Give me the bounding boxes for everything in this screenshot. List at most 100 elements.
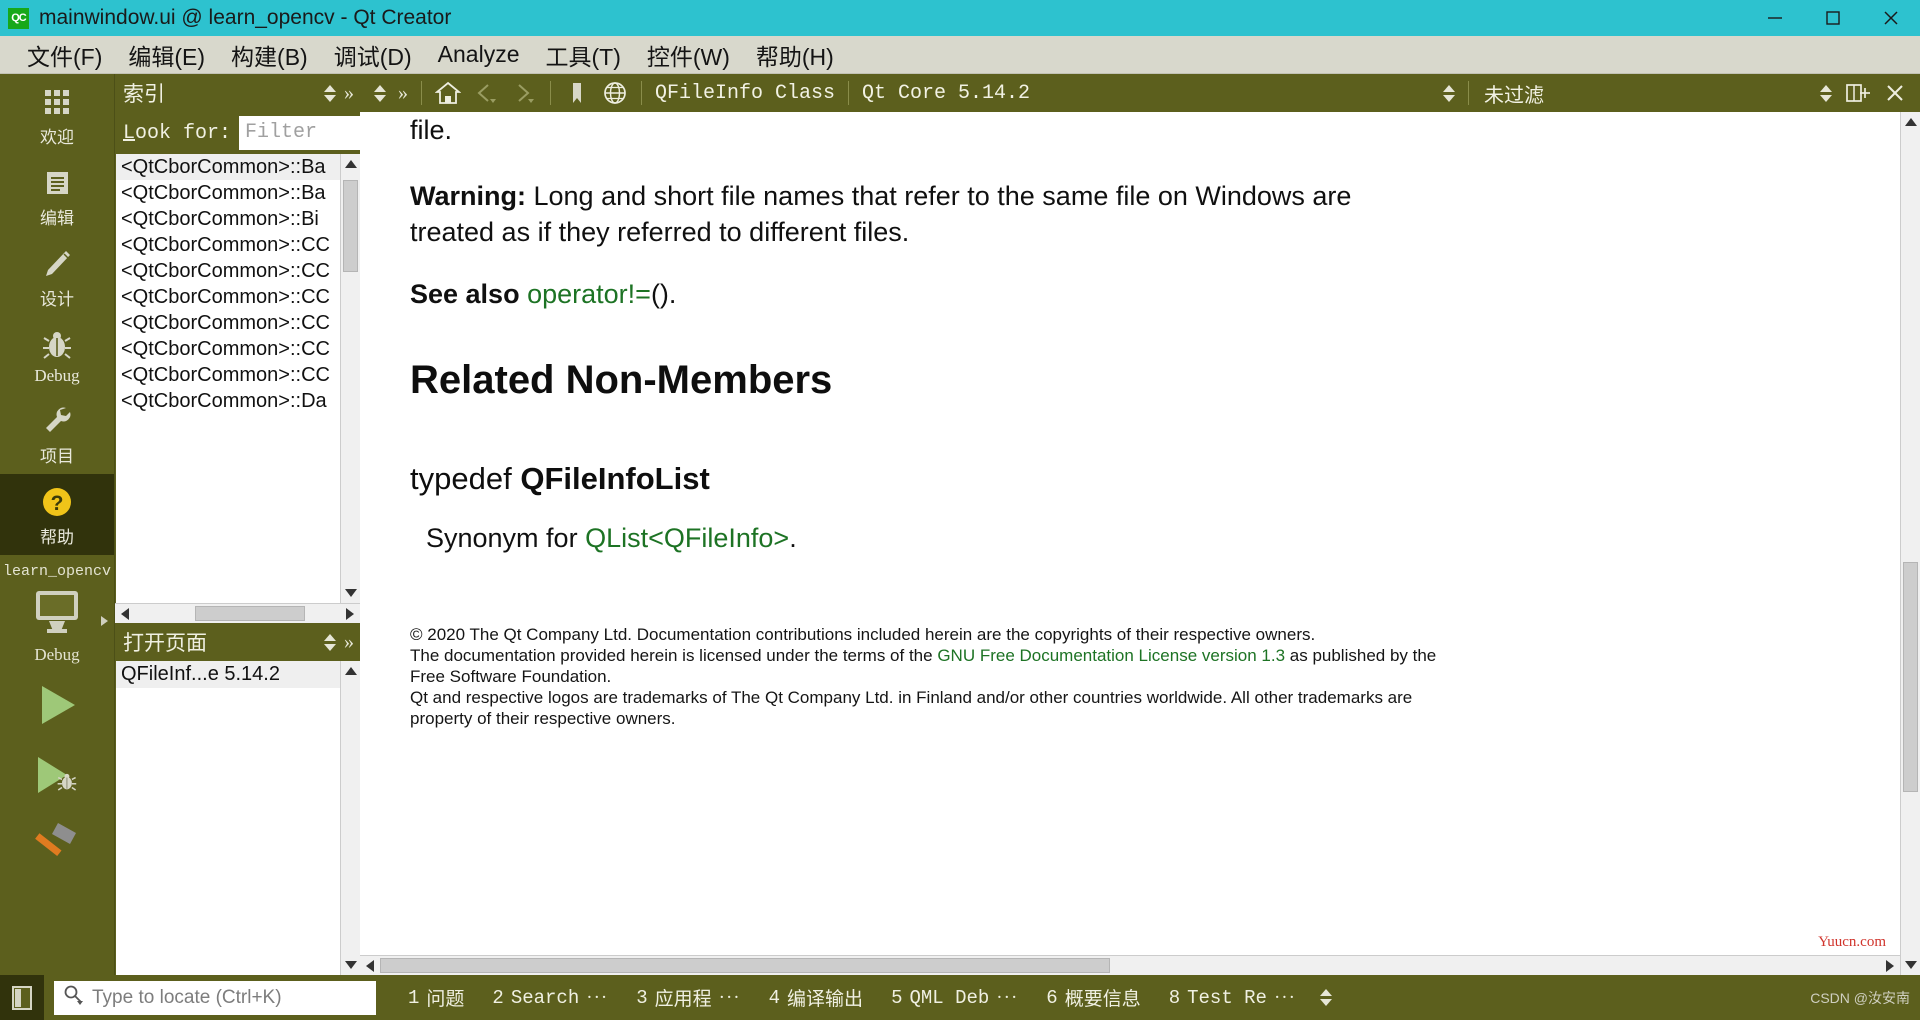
debug-button[interactable] — [22, 749, 92, 805]
help-docset-selector[interactable]: Qt Core 5.14.2 — [856, 82, 1036, 105]
list-item[interactable]: <QtCborCommon>::CC — [116, 362, 340, 388]
scroll-down-button[interactable] — [341, 955, 360, 975]
menu-tools[interactable]: 工具(T) — [532, 38, 633, 72]
scroll-left-button[interactable] — [360, 959, 380, 972]
close-button[interactable] — [1862, 0, 1920, 36]
menu-build[interactable]: 构建(B) — [218, 38, 321, 72]
output-pane-general-messages[interactable]: 6 概要信息 — [1032, 984, 1154, 1011]
list-item[interactable]: <QtCborCommon>::Ba — [116, 180, 340, 206]
menu-debug[interactable]: 调试(D) — [321, 38, 425, 72]
open-pages-selector-spinner[interactable] — [324, 633, 336, 651]
minimize-button[interactable] — [1746, 0, 1804, 36]
help-docset-spinner[interactable] — [1437, 84, 1461, 102]
menu-window[interactable]: 控件(W) — [634, 38, 743, 72]
scroll-track-h[interactable] — [135, 604, 340, 623]
scroll-right-button[interactable] — [340, 607, 360, 620]
run-button[interactable] — [22, 679, 92, 735]
menu-file[interactable]: 文件(F) — [14, 38, 115, 72]
output-pane-qml-label: QML Deb — [909, 986, 990, 1009]
list-item[interactable]: <QtCborCommon>::Da — [116, 388, 340, 414]
output-pane-search[interactable]: 2 Search ··· — [478, 987, 622, 1009]
gnu-fdl-link[interactable]: GNU Free Documentation License version 1… — [937, 646, 1285, 665]
scroll-up-button[interactable] — [341, 154, 360, 174]
scroll-down-button[interactable] — [341, 583, 360, 603]
list-item[interactable]: <QtCborCommon>::CC — [116, 284, 340, 310]
list-item[interactable]: <QtCborCommon>::CC — [116, 310, 340, 336]
menu-analyze[interactable]: Analyze — [425, 41, 533, 68]
sidebar-item-welcome[interactable]: 欢迎 — [0, 74, 114, 155]
scroll-track-h[interactable] — [380, 956, 1880, 975]
chevron-double-right-icon[interactable]: » — [344, 631, 354, 654]
open-pages-list[interactable]: QFileInf...e 5.14.2 — [116, 661, 340, 975]
sidebar-item-help[interactable]: ? 帮助 — [0, 474, 114, 555]
toggle-sidebar-button[interactable] — [0, 975, 44, 1020]
help-filter-label[interactable]: 未过滤 — [1476, 79, 1544, 108]
sidebar-item-projects-label: 项目 — [40, 447, 74, 466]
open-pages-vertical-scrollbar[interactable] — [340, 661, 360, 975]
documentation-canvas[interactable]: file. Warning: Long and short file names… — [360, 112, 1900, 955]
list-item[interactable]: <QtCborCommon>::CC — [116, 232, 340, 258]
index-vertical-scrollbar[interactable] — [340, 154, 360, 603]
index-list[interactable]: <QtCborCommon>::Ba <QtCborCommon>::Ba <Q… — [116, 154, 340, 603]
output-pane-application[interactable]: 3 应用程 ··· — [622, 984, 754, 1011]
scroll-thumb[interactable] — [1903, 562, 1918, 792]
sidebar-item-design[interactable]: 设计 — [0, 236, 114, 317]
triangle-down-icon — [344, 961, 357, 969]
output-pane-issues[interactable]: 1 问题 — [394, 984, 478, 1011]
home-icon[interactable] — [429, 74, 467, 112]
sidebar-item-edit[interactable]: 编辑 — [0, 155, 114, 236]
scroll-thumb-h[interactable] — [380, 958, 1110, 973]
output-pane-compile-output[interactable]: 4 编译输出 — [755, 984, 877, 1011]
menu-edit[interactable]: 编辑(E) — [115, 38, 218, 72]
locator-input[interactable]: Type to locate (Ctrl+K) — [54, 980, 376, 1015]
output-pane-qml-debugger[interactable]: 5 QML Deb ··· — [877, 987, 1032, 1009]
list-item[interactable]: <QtCborCommon>::Bi — [116, 206, 340, 232]
scroll-up-button[interactable] — [341, 661, 360, 681]
scroll-track[interactable] — [1901, 132, 1920, 955]
scroll-up-button[interactable] — [1901, 112, 1920, 132]
build-button[interactable] — [22, 819, 92, 875]
sidebar-item-projects[interactable]: 项目 — [0, 393, 114, 474]
list-item[interactable]: <QtCborCommon>::Ba — [116, 154, 340, 180]
qfileinfo-link[interactable]: QFileInfo — [664, 523, 774, 553]
doc-vertical-scrollbar[interactable] — [1900, 112, 1920, 975]
scroll-down-button[interactable] — [1901, 955, 1920, 975]
scroll-thumb-h[interactable] — [195, 606, 305, 621]
scroll-track[interactable] — [341, 174, 360, 583]
index-horizontal-scrollbar[interactable] — [115, 603, 360, 623]
bookmark-icon[interactable] — [558, 74, 596, 112]
globe-icon[interactable] — [596, 74, 634, 112]
kit-project-name: learn_opencv — [2, 563, 112, 580]
output-pane-spinner[interactable] — [1319, 989, 1332, 1006]
scroll-right-button[interactable] — [1880, 959, 1900, 972]
list-item[interactable]: <QtCborCommon>::CC — [116, 258, 340, 284]
sidebar-item-debug[interactable]: Debug — [0, 317, 114, 393]
qlist-link[interactable]: QList — [585, 523, 648, 553]
chevron-double-right-icon[interactable]: » — [392, 82, 414, 105]
list-item[interactable]: <QtCborCommon>::CC — [116, 336, 340, 362]
back-arrow-icon[interactable] — [467, 74, 505, 112]
close-icon[interactable] — [1876, 74, 1914, 112]
chevron-double-right-icon[interactable]: » — [344, 82, 354, 105]
forward-arrow-icon[interactable] — [505, 74, 543, 112]
sidebar-item-design-label: 设计 — [40, 290, 74, 309]
doc-horizontal-scrollbar[interactable] — [360, 955, 1900, 975]
help-filter-spinner[interactable] — [1814, 84, 1838, 102]
maximize-button[interactable] — [1804, 0, 1862, 36]
scroll-track[interactable] — [341, 681, 360, 955]
output-pane-general-label: 概要信息 — [1064, 989, 1141, 1010]
scroll-thumb[interactable] — [343, 180, 358, 272]
kit-selector[interactable]: learn_opencv Debug — [0, 563, 114, 665]
panel-selector-spinner[interactable] — [324, 84, 336, 102]
output-pane-compile-label: 编译输出 — [787, 989, 864, 1010]
scroll-left-button[interactable] — [115, 607, 135, 620]
index-filter-input[interactable]: Filter — [239, 116, 360, 150]
split-view-icon[interactable] — [1838, 74, 1876, 112]
output-pane-test-results[interactable]: 8 Test Re ··· — [1155, 987, 1310, 1009]
question-mark-icon: ? — [40, 483, 74, 521]
chevron-up-icon — [1319, 989, 1332, 996]
list-item[interactable]: QFileInf...e 5.14.2 — [116, 661, 340, 688]
see-also-link[interactable]: operator!= — [527, 279, 651, 309]
help-zoom-spinner[interactable] — [368, 84, 392, 102]
menu-help[interactable]: 帮助(H) — [743, 38, 847, 72]
